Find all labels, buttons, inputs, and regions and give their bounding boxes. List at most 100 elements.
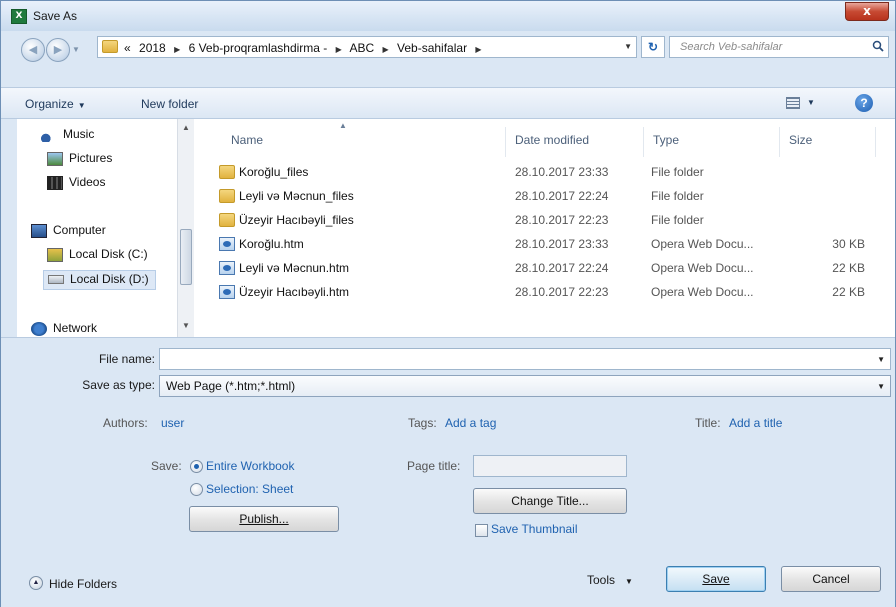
chevron-right-icon[interactable]: ▶ (383, 45, 389, 54)
music-icon (41, 127, 57, 142)
file-date: 28.10.2017 22:24 (515, 189, 609, 203)
authors-value[interactable]: user (161, 416, 184, 430)
save-as-type-label: Save as type: (82, 378, 155, 392)
address-bar[interactable]: « 2018 ▶ 6 Veb-proqramlashdirma - ▶ ABC … (97, 36, 637, 58)
nav-item-videos[interactable]: Videos (47, 175, 105, 195)
drive-icon (47, 247, 63, 262)
scroll-up-icon[interactable]: ▲ (182, 123, 190, 132)
computer-icon (31, 223, 47, 238)
hide-folders-button[interactable]: Hide Folders (49, 577, 117, 591)
view-options-icon[interactable] (786, 97, 800, 109)
folder-icon (219, 189, 235, 203)
close-button[interactable]: x (845, 2, 889, 21)
publish-button-label: Publish... (239, 512, 289, 526)
breadcrumb-veb-sahifalar[interactable]: Veb-sahifalar (397, 41, 467, 55)
column-divider[interactable] (643, 127, 644, 157)
chevron-down-icon: ▼ (77, 101, 86, 110)
column-header-size[interactable]: Size (789, 133, 812, 147)
table-row[interactable]: Üzeyir Hacıbəyli_files 28.10.2017 22:23 … (195, 209, 895, 233)
chevron-up-icon[interactable]: ▲ (29, 576, 43, 590)
entire-workbook-label[interactable]: Entire Workbook (206, 459, 294, 473)
forward-button[interactable]: ▶ (46, 38, 70, 62)
chevron-down-icon[interactable]: ▼ (877, 355, 885, 364)
nav-item-local-disk-c[interactable]: Local Disk (C:) (47, 247, 148, 267)
dialog-title: Save As (33, 9, 78, 23)
chevron-right-icon[interactable]: ▶ (336, 45, 342, 54)
tools-button[interactable]: Tools ▼ (587, 573, 633, 587)
column-header-name[interactable]: Name (231, 133, 263, 147)
page-title-field (473, 455, 627, 477)
recent-pages-dropdown[interactable]: ▼ (72, 45, 80, 54)
folder-icon (102, 40, 118, 53)
sort-ascending-icon: ▲ (339, 121, 347, 130)
save-button[interactable]: Save (666, 566, 766, 592)
save-thumbnail-label[interactable]: Save Thumbnail (491, 522, 578, 536)
table-row[interactable]: Koroğlu_files 28.10.2017 23:33 File fold… (195, 161, 895, 185)
nav-item-computer[interactable]: Computer (31, 223, 106, 243)
column-divider[interactable] (779, 127, 780, 157)
column-divider[interactable] (875, 127, 876, 157)
chevron-right-icon[interactable]: ▶ (174, 45, 180, 54)
breadcrumb-abc[interactable]: ABC (349, 41, 374, 55)
back-button[interactable]: ◀ (21, 38, 45, 62)
organize-label: Organize (25, 97, 74, 111)
table-row[interactable]: Koroğlu.htm 28.10.2017 23:33 Opera Web D… (195, 233, 895, 257)
cancel-button[interactable]: Cancel (781, 566, 881, 592)
change-title-button[interactable]: Change Title... (473, 488, 627, 514)
save-scope-label: Save: (151, 459, 182, 473)
table-row[interactable]: Leyli və Məcnun_files 28.10.2017 22:24 F… (195, 185, 895, 209)
nav-item-network[interactable]: Network (31, 321, 97, 337)
chevron-right-icon[interactable]: ▶ (475, 45, 481, 54)
page-title-label: Page title: (407, 459, 461, 473)
table-row[interactable]: Leyli və Məcnun.htm 28.10.2017 22:24 Ope… (195, 257, 895, 281)
breadcrumb-veb-proqramlashdirma[interactable]: 6 Veb-proqramlashdirma - (189, 41, 328, 55)
drive-icon (48, 275, 64, 285)
file-size: 22 KB (832, 261, 865, 275)
chevron-down-icon[interactable]: ▼ (807, 98, 815, 107)
nav-item-pictures[interactable]: Pictures (47, 151, 112, 171)
nav-pane-scrollbar[interactable]: ▲ ▼ (177, 119, 194, 337)
save-button-label: Save (702, 572, 730, 586)
file-name-label-text: File name: (98, 352, 155, 366)
column-divider[interactable] (505, 127, 506, 157)
file-type: Opera Web Docu... (651, 237, 754, 251)
address-dropdown-icon[interactable]: ▼ (624, 42, 632, 51)
folder-icon (219, 165, 235, 179)
scrollbar-thumb[interactable] (180, 229, 192, 285)
file-size: 30 KB (832, 237, 865, 251)
add-tag-link[interactable]: Add a tag (445, 416, 496, 430)
file-date: 28.10.2017 22:23 (515, 213, 609, 227)
table-row[interactable]: Üzeyir Hacıbəyli.htm 28.10.2017 22:23 Op… (195, 281, 895, 305)
search-box[interactable]: Search Veb-sahifalar (669, 36, 889, 58)
chevron-down-icon: ▼ (625, 577, 633, 586)
save-thumbnail-checkbox[interactable] (475, 524, 488, 537)
file-name-field[interactable]: ▼ (159, 348, 891, 370)
folder-icon (219, 213, 235, 227)
entire-workbook-radio[interactable] (190, 460, 203, 473)
selection-sheet-radio[interactable] (190, 483, 203, 496)
nav-item-label: Local Disk (D:) (70, 272, 149, 286)
save-as-dialog: X Save As x ◀ ▶ ▼ « 2018 ▶ 6 Veb-proqram… (0, 0, 896, 607)
scroll-down-icon[interactable]: ▼ (182, 321, 190, 330)
column-header-type[interactable]: Type (653, 133, 679, 147)
publish-button[interactable]: Publish... (189, 506, 339, 532)
new-folder-button[interactable]: New folder (141, 97, 198, 111)
nav-item-label: Music (63, 127, 95, 141)
nav-item-music[interactable]: Music (41, 127, 94, 147)
search-input[interactable]: Search Veb-sahifalar (680, 41, 782, 53)
refresh-button[interactable]: ↻ (641, 36, 665, 58)
add-title-link[interactable]: Add a title (729, 416, 782, 430)
help-icon[interactable]: ? (855, 94, 873, 112)
organize-button[interactable]: Organize ▼ (25, 97, 86, 111)
file-type: Opera Web Docu... (651, 261, 754, 275)
file-type: File folder (651, 165, 704, 179)
chevron-down-icon: ▼ (877, 382, 885, 391)
selection-sheet-label[interactable]: Selection: Sheet (206, 482, 293, 496)
save-as-type-select[interactable]: Web Page (*.htm;*.html) ▼ (159, 375, 891, 397)
title-bar: X Save As x (1, 1, 895, 31)
column-header-date-modified[interactable]: Date modified (515, 133, 589, 147)
breadcrumb-overflow[interactable]: « (124, 41, 131, 55)
breadcrumb-2018[interactable]: 2018 (139, 41, 166, 55)
tools-label: Tools (587, 573, 616, 587)
nav-item-local-disk-d[interactable]: Local Disk (D:) (43, 270, 156, 290)
